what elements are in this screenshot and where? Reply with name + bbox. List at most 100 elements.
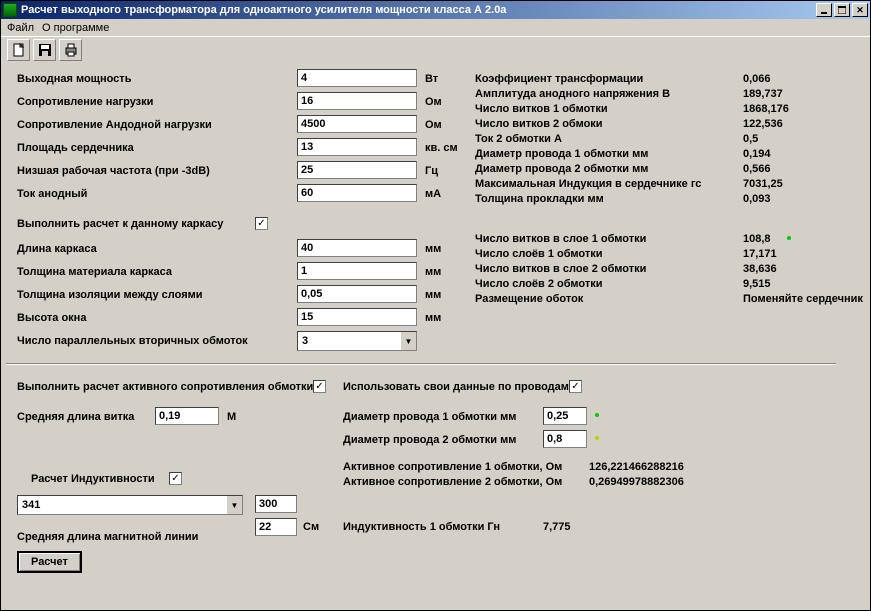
label-load-res: Сопротивление нагрузки	[17, 96, 153, 108]
value-layers2: 9,515	[743, 278, 771, 290]
label-parallel-secondary: Число параллельных вторичных обмоток	[17, 335, 248, 347]
unit-window-height: мм	[425, 312, 441, 324]
label-wire2-d: Диаметр провода 2 обмотки мм	[343, 434, 516, 446]
close-button[interactable]: ✕	[852, 3, 868, 17]
window-title: Расчет выходного трансформатора для одно…	[21, 4, 816, 16]
value-wire2-dia: 0,566	[743, 163, 771, 175]
input-frame-len[interactable]	[297, 239, 417, 257]
value-anode-voltage: 189,737	[743, 88, 783, 100]
content-area: Выходная мощность Вт Сопротивление нагру…	[1, 63, 870, 610]
titlebar: Расчет выходного трансформатора для одно…	[1, 1, 870, 19]
value-layers1: 17,171	[743, 248, 777, 260]
dropdown-parallel-secondary[interactable]: 3 ▼	[297, 331, 417, 351]
value-wire1-dia: 0,194	[743, 148, 771, 160]
label-window-height: Высота окна	[17, 312, 86, 324]
print-button[interactable]	[59, 39, 82, 61]
input-wire2-d[interactable]	[543, 430, 587, 448]
input-load-res[interactable]	[297, 92, 417, 110]
label-layers1: Число слоёв 1 обмотки	[475, 248, 602, 260]
value-turns1: 1868,176	[743, 103, 789, 115]
label-active-res2: Активное сопротивление 2 обмотки, Ом	[343, 476, 562, 488]
input-window-height[interactable]	[297, 308, 417, 326]
maximize-button[interactable]	[834, 3, 850, 17]
unit-load-res: Ом	[425, 96, 442, 108]
unit-core-area: кв. см	[425, 142, 458, 154]
label-turns2: Число витков 2 обмоки	[475, 118, 603, 130]
label-avg-turn-len: Средняя длина витка	[17, 411, 134, 423]
main-window: Расчет выходного трансформатора для одно…	[0, 0, 871, 611]
label-gasket-thickness: Толщина прокладки мм	[475, 193, 604, 205]
checkbox-calc-induct[interactable]: ✓	[169, 472, 182, 485]
menu-about[interactable]: О программе	[42, 22, 109, 34]
label-current2: Ток 2 обмотки А	[475, 133, 562, 145]
input-frame-thickness[interactable]	[297, 262, 417, 280]
label-use-own-wire: Использовать свои данные по проводам	[343, 381, 569, 393]
input-anode-current[interactable]	[297, 184, 417, 202]
value-active-res2: 0,26949978882306	[589, 476, 684, 488]
label-frame-thickness: Толщина материала каркаса	[17, 266, 172, 278]
checkbox-calc-active[interactable]: ✓	[313, 380, 326, 393]
separator	[6, 363, 836, 364]
calculate-button[interactable]: Расчет	[17, 551, 82, 573]
unit-avg-turn-len: М	[227, 411, 236, 423]
label-turns-layer1: Число витков в слое 1 обмотки	[475, 233, 646, 245]
unit-num2: См	[303, 521, 319, 533]
input-low-freq[interactable]	[297, 161, 417, 179]
value-active-res1: 126,221466288216	[589, 461, 684, 473]
label-wire1-dia: Диаметр провода 1 обмотки мм	[475, 148, 648, 160]
input-avg-turn-len[interactable]	[155, 407, 219, 425]
app-icon	[3, 3, 17, 17]
new-button[interactable]	[7, 39, 30, 61]
save-button[interactable]	[33, 39, 56, 61]
label-anode-voltage: Амплитуда анодного напряжения В	[475, 88, 670, 100]
label-avg-mag-line: Средняя длина магнитной линии	[17, 531, 198, 543]
label-trans-coef: Коэффициент трансформации	[475, 73, 643, 85]
label-out-power: Выходная мощность	[17, 73, 131, 85]
label-coil-placement: Размещение оботок	[475, 293, 583, 305]
label-anode-current: Ток анодный	[17, 188, 87, 200]
checkbox-use-own-wire[interactable]: ✓	[569, 380, 582, 393]
value-coil-placement: Поменяйте сердечник	[743, 293, 863, 305]
menu-file[interactable]: Файл	[7, 22, 34, 34]
unit-anode-load-res: Ом	[425, 119, 442, 131]
value-trans-coef: 0,066	[743, 73, 771, 85]
input-insul-thickness[interactable]	[297, 285, 417, 303]
minimize-button[interactable]	[816, 3, 832, 17]
chevron-down-icon: ▼	[400, 332, 416, 350]
value-gasket-thickness: 0,093	[743, 193, 771, 205]
value-current2: 0,5	[743, 133, 758, 145]
label-core-area: Площадь сердечника	[17, 142, 134, 154]
label-turns-layer2: Число витков в слое 2 обмотки	[475, 263, 646, 275]
unit-frame-thickness: мм	[425, 266, 441, 278]
indicator-dot	[595, 413, 599, 417]
label-layers2: Число слоёв 2 обмотки	[475, 278, 602, 290]
label-turns1: Число витков 1 обмотки	[475, 103, 608, 115]
dropdown-induct[interactable]: 341 ▼	[17, 495, 243, 515]
unit-anode-current: мА	[425, 188, 441, 200]
label-anode-load-res: Сопротивление Андодной нагрузки	[17, 119, 212, 131]
label-calc-to-frame: Выполнить расчет к данному каркасу	[17, 218, 223, 230]
input-num2[interactable]	[255, 518, 297, 536]
input-anode-load-res[interactable]	[297, 115, 417, 133]
value-turns-layer1: 108,8	[743, 233, 771, 245]
unit-low-freq: Гц	[425, 165, 438, 177]
unit-insul-thickness: мм	[425, 289, 441, 301]
unit-frame-len: мм	[425, 243, 441, 255]
label-frame-len: Длина каркаса	[17, 243, 97, 255]
value-max-induction: 7031,25	[743, 178, 783, 190]
checkbox-calc-to-frame[interactable]: ✓	[255, 217, 268, 230]
label-calc-active: Выполнить расчет активного сопротивления…	[17, 381, 313, 393]
input-wire1-d[interactable]	[543, 407, 587, 425]
input-num1[interactable]	[255, 495, 297, 513]
value-turns2: 122,536	[743, 118, 783, 130]
input-core-area[interactable]	[297, 138, 417, 156]
input-out-power[interactable]	[297, 69, 417, 87]
label-insul-thickness: Толщина изоляции между слоями	[17, 289, 203, 301]
label-wire1-d: Диаметр провода 1 обмотки мм	[343, 411, 516, 423]
label-max-induction: Максимальная Индукция в сердечнике гс	[475, 178, 701, 190]
chevron-down-icon: ▼	[226, 496, 242, 514]
toolbar	[1, 37, 870, 63]
value-turns-layer2: 38,636	[743, 263, 777, 275]
label-low-freq: Низшая рабочая частота (при -3dB)	[17, 165, 210, 177]
label-active-res1: Активное сопротивление 1 обмотки, Ом	[343, 461, 562, 473]
